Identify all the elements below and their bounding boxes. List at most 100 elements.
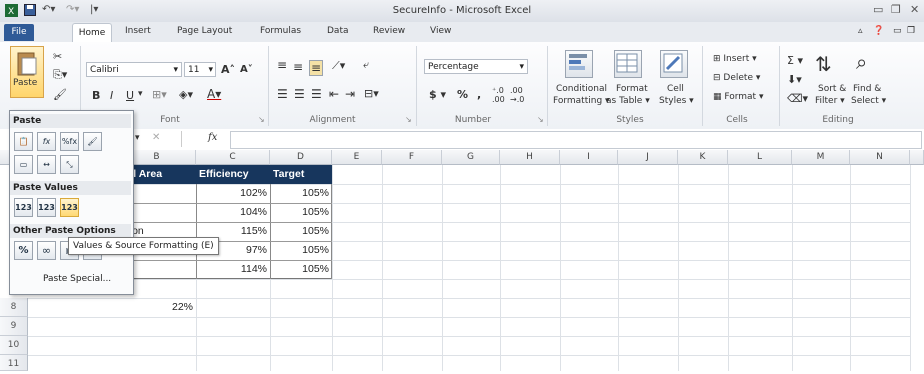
table-cell[interactable]: 102%	[196, 184, 270, 203]
font-color-icon[interactable]: A▾	[207, 87, 221, 101]
conditional-formatting-icon[interactable]	[565, 50, 593, 78]
table-cell[interactable]: 104%	[196, 203, 270, 222]
namebox-dropdown-icon[interactable]: ▾	[135, 133, 140, 143]
align-center-icon[interactable]: ☰	[294, 87, 305, 101]
sort-filter-icon[interactable]: ⇅	[815, 52, 832, 76]
orientation-icon[interactable]: ⟋▾	[332, 59, 345, 73]
delete-cells-button[interactable]: ⊟ Delete ▾	[713, 73, 760, 83]
underline-icon[interactable]: U	[126, 89, 134, 102]
number-format-box[interactable]: Percentage ▾	[424, 59, 528, 74]
column-header[interactable]: I	[560, 150, 618, 165]
transpose-icon[interactable]: ⤡	[60, 155, 79, 174]
paste-formulas-icon[interactable]: fx	[37, 132, 56, 151]
comma-style-icon[interactable]: ,	[477, 88, 481, 101]
minimize-icon[interactable]: ▭	[873, 3, 883, 16]
table-cell[interactable]: 22%	[118, 298, 196, 317]
copy-icon[interactable]: ⎘▾	[53, 68, 67, 82]
table-cell[interactable]: 105%	[270, 203, 332, 222]
tab-data[interactable]: Data	[327, 26, 349, 36]
table-cell[interactable]: 105%	[270, 260, 332, 279]
column-header[interactable]: M	[792, 150, 850, 165]
row-header[interactable]: 11	[0, 355, 28, 371]
italic-icon[interactable]: I	[110, 89, 113, 102]
table-cell[interactable]: 105%	[270, 222, 332, 241]
column-header[interactable]: N	[850, 150, 910, 165]
workbook-restore-icon[interactable]: ❐	[907, 26, 915, 36]
no-borders-icon[interactable]: ▭	[14, 155, 33, 174]
cancel-icon[interactable]: ✕	[152, 132, 160, 143]
tab-home[interactable]: Home	[72, 23, 112, 43]
font-name-box[interactable]: Calibri ▾	[86, 62, 182, 77]
fill-icon[interactable]: ⬇▾	[787, 73, 802, 86]
column-header[interactable]: E	[332, 150, 382, 165]
help-icon[interactable]: ❓	[873, 26, 884, 36]
underline-dropdown-icon[interactable]: ▾	[138, 89, 143, 99]
increase-decimal-icon[interactable]: ⁺.0.00	[492, 86, 505, 104]
format-label[interactable]: Format	[616, 84, 648, 94]
keep-column-widths-icon[interactable]: ↔	[37, 155, 56, 174]
table-cell[interactable]: 105%	[270, 184, 332, 203]
wrap-text-icon[interactable]: ⤶	[363, 58, 369, 72]
cell-styles-label[interactable]: Styles ▾	[659, 96, 694, 106]
paste-special-item[interactable]: Paste Special...	[43, 274, 111, 284]
column-header[interactable]: G	[442, 150, 500, 165]
scrollbar-split[interactable]	[910, 150, 924, 165]
format-cells-button[interactable]: ▦ Format ▾	[713, 92, 763, 102]
paste-formatting-icon[interactable]: %	[14, 241, 33, 260]
column-header[interactable]: D	[270, 150, 332, 165]
tab-review[interactable]: Review	[373, 26, 405, 36]
ribbon-minimize-icon[interactable]: ▵	[858, 26, 863, 36]
values-source-formatting-icon[interactable]: 123	[60, 198, 79, 217]
font-size-box[interactable]: 11 ▾	[184, 62, 216, 77]
column-header[interactable]: J	[618, 150, 678, 165]
table-header-cell[interactable]: Efficiency	[196, 165, 270, 184]
row-header[interactable]: 8	[0, 298, 28, 317]
tab-formulas[interactable]: Formulas	[260, 26, 301, 36]
column-header[interactable]: L	[728, 150, 792, 165]
merge-center-icon[interactable]: ⊟▾	[364, 87, 379, 100]
tab-insert[interactable]: Insert	[125, 26, 151, 36]
table-header-cell[interactable]: Target	[270, 165, 332, 184]
format-painter-icon[interactable]: 🖌	[53, 88, 67, 101]
clear-icon[interactable]: ⌫▾	[787, 92, 808, 105]
increase-indent-icon[interactable]: ⇥	[345, 87, 355, 101]
alignment-launcher-icon[interactable]: ↘	[405, 115, 412, 124]
column-header[interactable]: C	[196, 150, 270, 165]
close-icon[interactable]: ✕	[910, 3, 919, 16]
autosum-icon[interactable]: Σ ▾	[787, 54, 803, 67]
decrease-indent-icon[interactable]: ⇤	[329, 87, 339, 101]
insert-function-icon[interactable]: fx	[208, 132, 217, 143]
align-bottom-icon[interactable]: ≡	[309, 60, 324, 76]
table-cell[interactable]: 114%	[196, 260, 270, 279]
find-label[interactable]: Find &	[853, 84, 881, 94]
conditional-label[interactable]: Conditional	[556, 84, 607, 94]
grow-font-icon[interactable]: A˄	[221, 63, 235, 76]
as-table-label[interactable]: as Table ▾	[606, 96, 650, 106]
fill-color-icon[interactable]: ◈▾	[179, 88, 193, 101]
column-header[interactable]: H	[500, 150, 560, 165]
column-header[interactable]: K	[678, 150, 728, 165]
align-right-icon[interactable]: ☰	[311, 87, 322, 101]
restore-icon[interactable]: ❐	[891, 3, 901, 16]
align-middle-icon[interactable]: ≡	[293, 60, 303, 74]
row-header[interactable]: 10	[0, 336, 28, 355]
currency-icon[interactable]: $ ▾	[429, 88, 446, 101]
formula-input[interactable]	[230, 131, 922, 149]
find-select-icon[interactable]: ⌕	[856, 50, 867, 74]
cut-icon[interactable]: ✂	[53, 50, 62, 63]
select-label[interactable]: Select ▾	[851, 96, 886, 106]
tab-page-layout[interactable]: Page Layout	[177, 26, 232, 36]
align-top-icon[interactable]: ≡	[277, 58, 287, 72]
paste-values-icon[interactable]: 123	[14, 198, 33, 217]
paste-icon[interactable]: 📋	[14, 132, 33, 151]
align-left-icon[interactable]: ☰	[277, 87, 288, 101]
paste-link-icon[interactable]: ∞	[37, 241, 56, 260]
paste-button[interactable]: Paste	[10, 46, 44, 98]
decrease-decimal-icon[interactable]: .00 →.0	[510, 86, 524, 104]
number-launcher-icon[interactable]: ↘	[537, 115, 544, 124]
keep-source-formatting-icon[interactable]: 🖌	[83, 132, 102, 151]
bold-icon[interactable]: B	[92, 89, 100, 102]
column-header[interactable]: F	[382, 150, 442, 165]
workbook-min-icon[interactable]: ▭	[893, 26, 902, 36]
percent-style-icon[interactable]: %	[457, 88, 468, 101]
